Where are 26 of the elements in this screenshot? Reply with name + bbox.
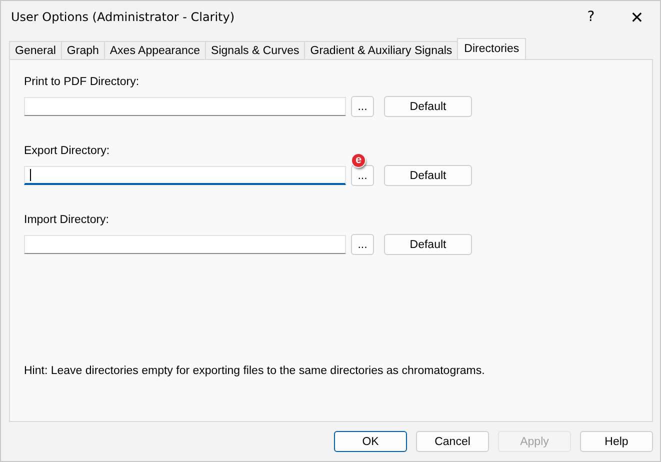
default-button[interactable]: Default	[384, 96, 472, 117]
input-field[interactable]	[24, 166, 346, 185]
tab[interactable]: Signals & Curves	[205, 41, 306, 59]
field-label: Import Directory:	[24, 214, 110, 226]
input-field[interactable]	[24, 97, 346, 116]
input-field[interactable]	[24, 235, 346, 254]
close-button[interactable]: ✕	[614, 1, 660, 33]
help-button[interactable]: ?	[568, 1, 614, 33]
tab[interactable]: Axes Appearance	[104, 41, 206, 59]
default-button[interactable]: Default	[384, 165, 472, 186]
browse-button[interactable]: ...	[351, 96, 374, 117]
browse-button[interactable]: ...	[351, 165, 374, 186]
dialog-button[interactable]: Cancel	[416, 431, 489, 452]
tab[interactable]: Gradient & Auxiliary Signals	[304, 41, 458, 59]
field-label: Print to PDF Directory:	[24, 76, 140, 88]
hint-text: Hint: Leave directories empty for exporting files to the same directories as chromatograms.	[24, 365, 486, 377]
tab[interactable]: Directories	[457, 38, 526, 59]
badge-icon: e	[352, 154, 365, 167]
window-title: User Options (Administrator - Clarity)	[11, 10, 236, 24]
dialog-button[interactable]: OK	[334, 431, 407, 452]
dialog-button[interactable]: Help	[580, 431, 653, 452]
browse-button[interactable]: ...	[351, 234, 374, 255]
default-button[interactable]: Default	[384, 234, 472, 255]
tab[interactable]: General	[9, 41, 62, 59]
tab[interactable]: Graph	[60, 41, 105, 59]
field-label: Export Directory:	[24, 145, 111, 157]
